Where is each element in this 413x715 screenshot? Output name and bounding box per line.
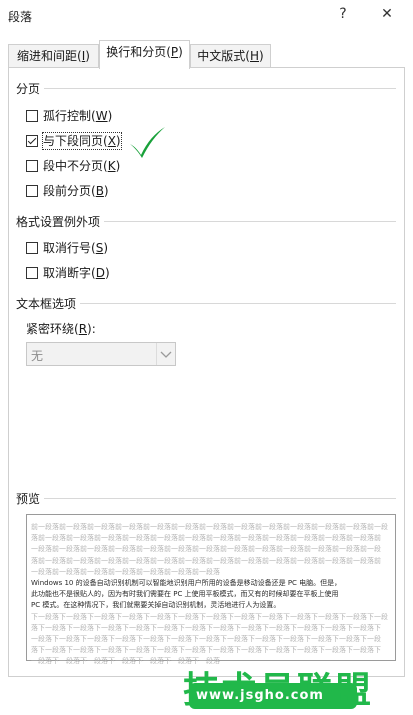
preview-line: 一段落前一段落前一段落前一段落前一段落前一段落前一段落前一段落前一段落前一段落前…: [31, 545, 381, 554]
preview-line: 前一段落前一段落前一段落前一段落前一段落前一段落前一段落前一段落前一段落前一段落…: [31, 523, 388, 531]
preview-line: 落前一段落前一段落前一段落前一段落前一段落前一段落前一段落前一段落前一段落前一段…: [31, 534, 381, 543]
preview-line: 一段落下一段落下一段落下一段落下一段落下一段落下一段落下一段落下一段落下一段落下…: [31, 635, 381, 643]
group-divider: [44, 498, 396, 499]
preview-line: 落下一段落下一段落下一段落下一段落下一段落下一段落下一段落下一段落下一段落下一段…: [31, 623, 381, 632]
tab-strip: 缩进和间距(I) 换行和分页(P) 中文版式(H): [0, 40, 413, 69]
chevron-down-icon: [160, 351, 172, 358]
checkbox-box[interactable]: [26, 185, 38, 197]
tab-label-end: ): [85, 49, 90, 63]
checkbox-box[interactable]: [26, 242, 38, 254]
tight-wrap-select[interactable]: 无: [26, 342, 176, 366]
tab-label-end: ): [178, 45, 183, 59]
tab-asian-typography[interactable]: 中文版式(H): [190, 44, 271, 68]
dialog-title: 段落: [8, 10, 33, 24]
checkbox-label: 取消断字(D): [43, 266, 110, 280]
group-divider: [104, 221, 396, 222]
checkbox-label: 与下段同页(X): [42, 132, 122, 150]
preview-line: Windows 10 的设备自动识别机制可以智能地识别用户所用的设备是移动设备还…: [31, 579, 342, 587]
tab-line-page-breaks[interactable]: 换行和分页(P): [99, 40, 190, 69]
watermark-url: www.jsgho.com: [196, 688, 324, 703]
tab-indents-spacing[interactable]: 缩进和间距(I): [8, 44, 99, 68]
checkbox-box[interactable]: [26, 267, 38, 279]
preview-line: 一段落下一段落下一段落下一段落下一段落下一段落下一段落: [31, 657, 220, 666]
tight-wrap-label: 紧密环绕(R):: [26, 322, 96, 336]
checkbox-box[interactable]: [26, 110, 38, 122]
preview-line: 落前一段落前一段落前一段落前一段落前一段落前一段落前一段落前一段落前一段落前一段…: [31, 556, 381, 565]
checkbox-label: 孤行控制(W): [43, 109, 113, 123]
title-bar: 段落 ? ✕: [0, 0, 413, 32]
preview-line: 一段落前一段落前一段落前一段落前一段落前一段落前一段落: [31, 567, 220, 576]
group-divider: [44, 88, 396, 89]
checkbox-label: 段中不分页(K): [43, 159, 121, 173]
tab-label: 缩进和间距(: [17, 49, 82, 63]
preview-line: 下一段落下一段落下一段落下一段落下一段落下一段落下一段落下一段落下一段落下一段落…: [31, 612, 388, 621]
preview-line: PC 模式。在这种情况下，我们就需要关掉自动识别机制，灵活地进行人为设置。: [31, 601, 281, 610]
preview-line: 此功能也不是很贴人的，因为有时我们需要在 PC 上使用平板模式，而又有的时候却要…: [31, 590, 339, 599]
group-divider: [80, 303, 396, 304]
tab-label: 中文版式(: [197, 49, 250, 63]
close-icon[interactable]: ✕: [377, 6, 397, 22]
green-checkmark-icon: [130, 127, 165, 158]
preview-line: 落下一段落下一段落下一段落下一段落下一段落下一段落下一段落下一段落下一段落下一段…: [31, 646, 381, 655]
checkbox-box[interactable]: [26, 160, 38, 172]
tab-accel-key: H: [249, 49, 260, 63]
tab-label-end: ): [259, 49, 264, 63]
group-title-preview: 预览: [16, 492, 41, 506]
checkbox-box-checked[interactable]: [26, 135, 38, 147]
group-title-textbox-options: 文本框选项: [16, 297, 77, 311]
tab-label: 换行和分页(: [106, 45, 171, 59]
dropdown-arrow[interactable]: [156, 343, 175, 365]
checkbox-label: 取消行号(S): [43, 241, 108, 255]
group-title-pagination: 分页: [16, 82, 41, 96]
group-title-format-exceptions: 格式设置例外项: [16, 215, 101, 229]
help-icon[interactable]: ?: [333, 6, 353, 22]
checkbox-label: 段前分页(B): [43, 184, 109, 198]
tight-wrap-value: 无: [31, 349, 44, 363]
